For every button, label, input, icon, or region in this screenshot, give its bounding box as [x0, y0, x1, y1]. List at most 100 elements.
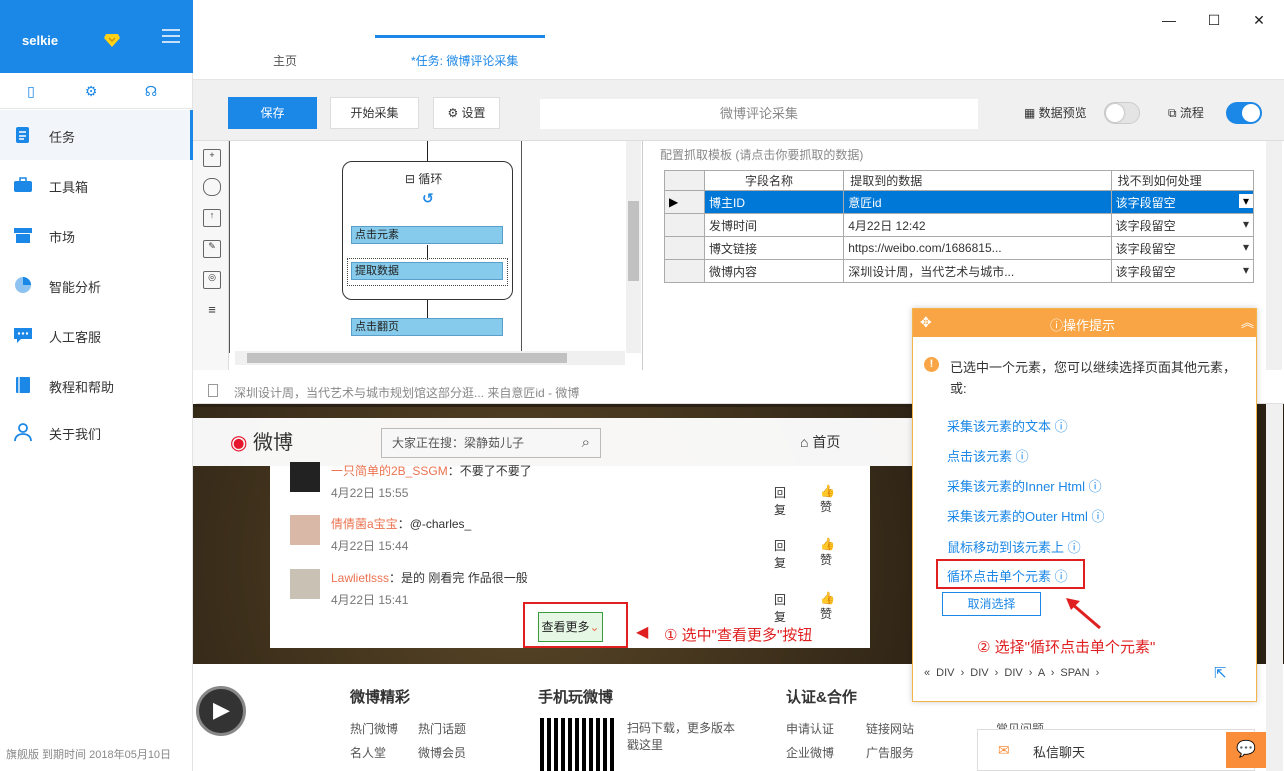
reply-link[interactable]: 回复 — [774, 484, 786, 518]
help-icon: ⓘ — [1015, 449, 1029, 464]
flow-horizontal-scrollbar[interactable] — [235, 351, 625, 365]
field-name[interactable]: 博主ID — [703, 190, 845, 214]
element-path-breadcrumb[interactable]: « DIV › DIV › DIV › A › SPAN › — [924, 667, 1099, 679]
start-collect-button[interactable]: 开始采集 — [330, 97, 419, 129]
field-handling-select[interactable]: 该字段留空 ▾ — [1110, 259, 1255, 283]
reply-link[interactable]: 回复 — [774, 591, 786, 625]
option-collect-outer-html[interactable]: 采集该元素的Outer Html ⓘ — [947, 506, 1104, 525]
table-row[interactable]: 发博时间 4月22日 12:42 该字段留空 ▾ — [664, 213, 1255, 237]
username: selkie — [22, 33, 59, 48]
footer-link[interactable]: 链接网站 — [866, 720, 914, 737]
footer-link[interactable]: 微博会员 — [418, 744, 466, 761]
field-name[interactable]: 微博内容 — [703, 259, 845, 283]
tab-task[interactable]: *任务: 微博评论采集 — [411, 52, 518, 69]
gear-icon[interactable]: ⚙ — [83, 83, 99, 99]
table-header-row: 字段名称 提取到的数据 找不到如何处理 — [664, 170, 1255, 191]
fields-table: 字段名称 提取到的数据 找不到如何处理 ▶ 博主ID 意匠id 该字段留空 ▾ 发… — [664, 170, 1255, 283]
flow-vertical-scrollbar[interactable] — [626, 141, 641, 353]
footer-heading: 认证&合作 — [786, 689, 857, 706]
tab-home[interactable]: 主页 — [273, 52, 297, 69]
book-icon — [16, 377, 30, 393]
highlight-box — [523, 602, 628, 648]
template-hint: 配置抓取模板 (请点击你要抓取的数据) — [660, 148, 864, 162]
footer-link[interactable]: 名人堂 — [350, 744, 386, 761]
headset-icon[interactable]: ☊ — [143, 83, 159, 99]
sidebar-item-analysis[interactable]: 智能分析 — [0, 260, 193, 310]
loop-icon: ↺ — [422, 190, 434, 206]
footer-link[interactable]: 申请认证 — [786, 720, 834, 737]
tab-bar: 主页 *任务: 微博评论采集 — [193, 42, 1284, 80]
option-collect-inner-html[interactable]: 采集该元素的Inner Html ⓘ — [947, 476, 1102, 495]
step-click-next-page[interactable]: 点击翻页 — [351, 318, 503, 336]
table-row[interactable]: 博文链接 https://weibo.com/1686815... 该字段留空 ▾ — [664, 236, 1255, 260]
field-handling-select[interactable]: 该字段留空 ▾ — [1110, 213, 1255, 237]
search-icon[interactable]: ⌕ — [582, 429, 590, 457]
play-icon[interactable]: ▶ — [196, 686, 246, 736]
flow-connector — [427, 141, 428, 162]
menu-icon[interactable] — [162, 29, 180, 43]
reply-link[interactable]: 回复 — [774, 537, 786, 571]
like-link[interactable]: 👍赞 — [820, 591, 835, 622]
save-button[interactable]: 保存 — [228, 97, 317, 129]
footer-link[interactable]: 企业微博 — [786, 744, 834, 761]
footer-download-text[interactable]: 扫码下载，更多版本戳这里 — [627, 720, 742, 754]
step-extract-data[interactable]: 提取数据 — [351, 262, 503, 280]
chat-bubble-icon[interactable]: 💬 — [1226, 732, 1266, 768]
minimize-icon[interactable]: — — [1161, 12, 1177, 28]
option-mouse-hover[interactable]: 鼠标移动到该元素上 ⓘ — [947, 537, 1081, 556]
sidebar-item-label: 智能分析 — [49, 280, 102, 295]
close-icon[interactable]: ✕ — [1251, 12, 1267, 28]
cancel-selection-button[interactable]: 取消选择 — [942, 592, 1041, 616]
footer-link[interactable]: 热门微博 — [350, 720, 398, 737]
sidebar-item-help[interactable]: 教程和帮助 — [0, 360, 193, 410]
data-preview-toggle[interactable] — [1104, 102, 1140, 124]
step-click-element[interactable]: 点击元素 — [351, 226, 503, 244]
sidebar-item-about[interactable]: 关于我们 — [0, 407, 193, 457]
sidebar-item-task[interactable]: 任务 — [0, 110, 193, 160]
export-icon[interactable]: ↑ — [203, 209, 221, 227]
flow-label: ⧉ 流程 — [1168, 106, 1204, 120]
toolbox-icon — [14, 177, 32, 192]
private-chat-bar[interactable]: ✉ — [977, 729, 1255, 771]
template-scrollbar[interactable] — [1266, 141, 1282, 370]
like-link[interactable]: 👍赞 — [820, 537, 835, 568]
like-link[interactable]: 👍赞 — [820, 484, 835, 515]
task-name-field[interactable]: 微博评论采集 — [540, 99, 978, 129]
flow-toggle[interactable] — [1226, 102, 1262, 124]
comment-author[interactable]: Lawlietlsss：是的 刚看完 作品很一般 — [331, 569, 528, 586]
external-link-icon[interactable]: ⇱ — [1214, 664, 1227, 682]
edit-icon[interactable]: ✎ — [203, 240, 221, 258]
maximize-icon[interactable]: ☐ — [1206, 12, 1222, 28]
footer-link[interactable]: 广告服务 — [866, 744, 914, 761]
option-collect-text[interactable]: 采集该元素的文本 ⓘ — [947, 416, 1068, 435]
weibo-logo[interactable]: ◉ 微博 — [230, 426, 293, 455]
field-value: 4月22日 12:42 — [843, 213, 1112, 237]
comment-author[interactable]: 倩倩菌a宝宝：@-charles_ — [331, 515, 471, 532]
new-task-icon[interactable]: ▯ — [23, 83, 39, 99]
comment-author[interactable]: 一只简单的2B_SSGM：不要了不要了 — [331, 462, 532, 479]
table-row[interactable]: ▶ 博主ID 意匠id 该字段留空 ▾ — [664, 190, 1255, 214]
column-header: 字段名称 — [703, 170, 845, 191]
mouse-icon[interactable] — [203, 178, 221, 196]
weibo-home-link[interactable]: ⌂ 首页 — [800, 432, 840, 452]
field-handling-select[interactable]: 该字段留空 ▾ — [1110, 236, 1255, 260]
vip-diamond-icon — [104, 34, 120, 47]
field-name[interactable]: 博文链接 — [703, 236, 845, 260]
field-name[interactable]: 发博时间 — [703, 213, 845, 237]
sidebar-header: selkie — [0, 0, 193, 73]
table-row[interactable]: 微博内容 深圳设计周，当代艺术与城市... 该字段留空 ▾ — [664, 259, 1255, 283]
sidebar-item-market[interactable]: 市场 — [0, 210, 193, 260]
sidebar-item-support[interactable]: 人工客服 — [0, 310, 193, 360]
webpage-scrollbar[interactable] — [1266, 404, 1283, 771]
settings-button[interactable]: ⚙ 设置 — [433, 97, 500, 129]
weibo-search-input[interactable]: 大家正在搜：梁静茹儿子 ⌕ — [381, 428, 601, 458]
sidebar-item-toolbox[interactable]: 工具箱 — [0, 160, 193, 210]
list-icon[interactable]: ≡ — [203, 302, 221, 320]
collapse-icon[interactable]: ︽ — [1241, 312, 1254, 331]
add-step-icon[interactable]: + — [203, 149, 221, 167]
move-icon[interactable]: ✥ — [920, 314, 932, 331]
inspect-icon[interactable]: ◎ — [203, 271, 221, 289]
option-click-element[interactable]: 点击该元素 ⓘ — [947, 446, 1029, 465]
footer-link[interactable]: 热门话题 — [418, 720, 466, 737]
field-handling-select[interactable]: 该字段留空 ▾ — [1110, 190, 1255, 214]
